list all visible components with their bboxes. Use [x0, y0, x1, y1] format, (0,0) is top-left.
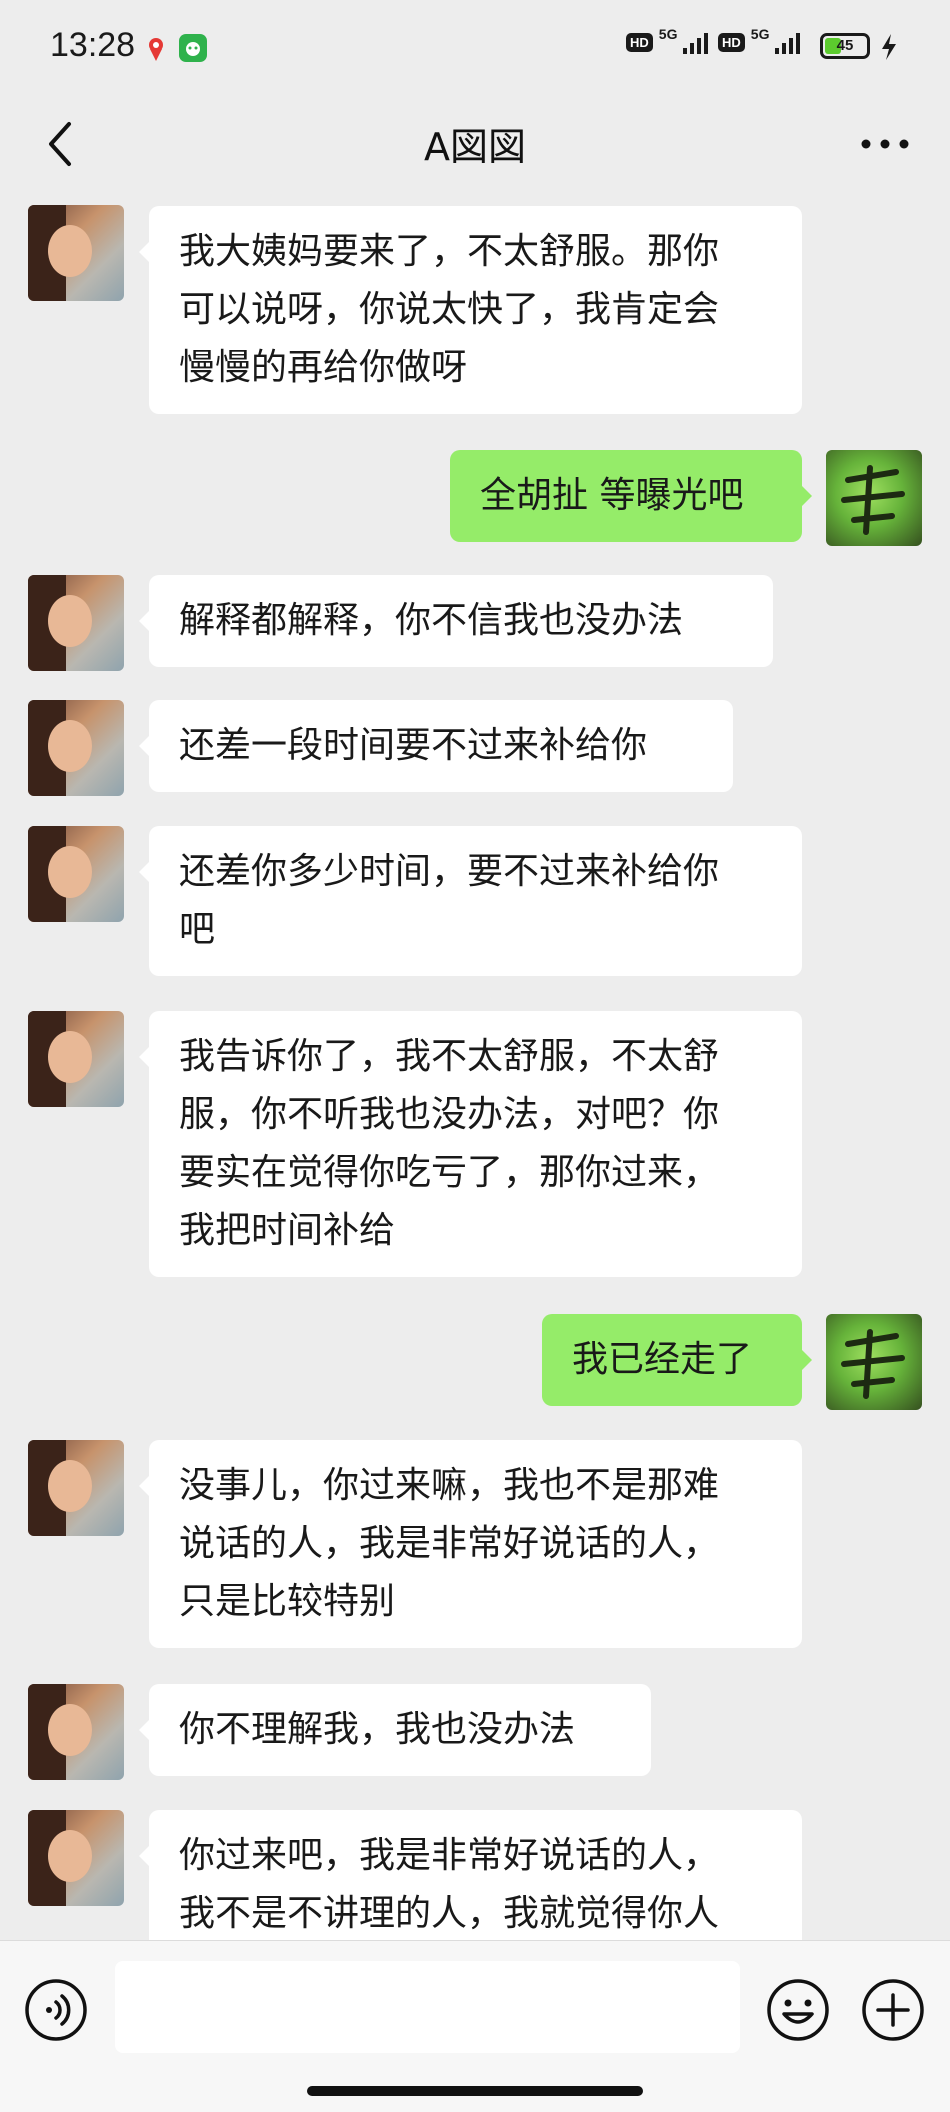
message-line: 服，你不听我也没办法，对吧？你	[179, 1094, 720, 1135]
message-line: 你过来吧，我是非常好说话的人，	[179, 1835, 720, 1876]
chat-title: A図図	[424, 125, 526, 169]
message-line: 吧	[179, 909, 216, 950]
message-bubble[interactable]: 我告诉你了，我不太舒服，不太舒 服，你不听我也没办法，对吧？你 要实在觉得你吃亏…	[139, 1011, 802, 1277]
message-line: 还差一段时间要不过来补给你	[179, 725, 648, 766]
battery-icon: 45	[820, 33, 870, 59]
message-bubble[interactable]: 没事儿，你过来嘛，我也不是那难 说话的人，我是非常好说话的人， 只是比较特别	[139, 1440, 802, 1648]
more-dots-icon	[861, 139, 909, 149]
message-bubble[interactable]: 我大姨妈要来了，不太舒服。那你 可以说呀，你说太快了，我肯定会 慢慢的再给你做呀	[139, 206, 802, 414]
contact-avatar[interactable]	[28, 575, 124, 671]
message-bubble[interactable]: 解释都解释，你不信我也没办法	[139, 575, 773, 667]
network-type: 5G	[658, 26, 678, 42]
emoji-button[interactable]	[766, 1978, 830, 2042]
my-avatar[interactable]	[826, 1314, 922, 1410]
message-line: 说话的人，我是非常好说话的人，	[179, 1523, 720, 1564]
contact-avatar[interactable]	[28, 1684, 124, 1780]
message-line: 我已经走了	[572, 1339, 753, 1380]
network-type: 5G	[750, 26, 770, 42]
contact-avatar[interactable]	[28, 1810, 124, 1906]
contact-avatar[interactable]	[28, 1011, 124, 1107]
message-bubble[interactable]: 你不理解我，我也没办法	[139, 1684, 651, 1776]
message-line: 还差你多少时间，要不过来补给你	[179, 851, 720, 892]
message-bubble[interactable]: 还差你多少时间，要不过来补给你 吧	[139, 826, 802, 976]
message-line: 我不是不讲理的人，我就觉得你人	[179, 1893, 720, 1934]
my-avatar[interactable]	[826, 450, 922, 546]
contact-avatar[interactable]	[28, 1440, 124, 1536]
contact-avatar[interactable]	[28, 700, 124, 796]
signal-bars-icon	[683, 30, 709, 54]
contact-avatar[interactable]	[28, 826, 124, 922]
more-button[interactable]	[850, 114, 920, 174]
hd-badge: HD	[718, 32, 745, 52]
plus-button[interactable]	[861, 1978, 925, 2042]
message-bubble[interactable]: 我已经走了	[542, 1314, 812, 1406]
message-line: 你不理解我，我也没办法	[179, 1709, 576, 1750]
message-line: 我大姨妈要来了，不太舒服。那你	[179, 231, 720, 272]
message-line: 我告诉你了，我不太舒服，不太舒	[179, 1036, 720, 1077]
bolt-icon	[882, 34, 896, 60]
message-line: 只是比较特别	[179, 1581, 396, 1622]
green-app-icon	[179, 34, 207, 62]
contact-avatar[interactable]	[28, 205, 124, 301]
message-bubble[interactable]: 全胡扯 等曝光吧	[450, 450, 812, 542]
hd-badge: HD	[626, 32, 653, 52]
message-line: 全胡扯 等曝光吧	[480, 475, 744, 516]
message-input[interactable]	[115, 1961, 740, 2053]
message-line: 要实在觉得你吃亏了，那你过来，	[179, 1152, 720, 1193]
voice-icon	[25, 1979, 87, 2041]
network-indicator-1: HD 5G	[626, 26, 709, 54]
message-line: 解释都解释，你不信我也没办法	[179, 600, 684, 641]
plus-icon	[862, 1979, 924, 2041]
signal-bars-icon	[775, 30, 801, 54]
voice-button[interactable]	[24, 1978, 88, 2042]
message-line: 没事儿，你过来嘛，我也不是那难	[179, 1465, 720, 1506]
location-pin-app-icon	[142, 34, 170, 62]
message-line: 可以说呀，你说太快了，我肯定会	[179, 289, 720, 330]
battery-level: 45	[836, 37, 854, 54]
home-indicator[interactable]	[307, 2086, 643, 2096]
chat-header: A図図	[0, 96, 950, 192]
status-bar: 13:28 HD 5G HD 5G 45	[0, 0, 950, 96]
message-line: 慢慢的再给你做呀	[179, 347, 468, 388]
network-indicator-2: HD 5G	[718, 26, 801, 54]
message-bubble[interactable]: 你过来吧，我是非常好说话的人， 我不是不讲理的人，我就觉得你人	[139, 1810, 802, 1960]
status-time: 13:28	[50, 26, 136, 64]
message-bubble[interactable]: 还差一段时间要不过来补给你	[139, 700, 733, 792]
message-line: 我把时间补给	[179, 1210, 396, 1251]
emoji-icon	[767, 1979, 829, 2041]
